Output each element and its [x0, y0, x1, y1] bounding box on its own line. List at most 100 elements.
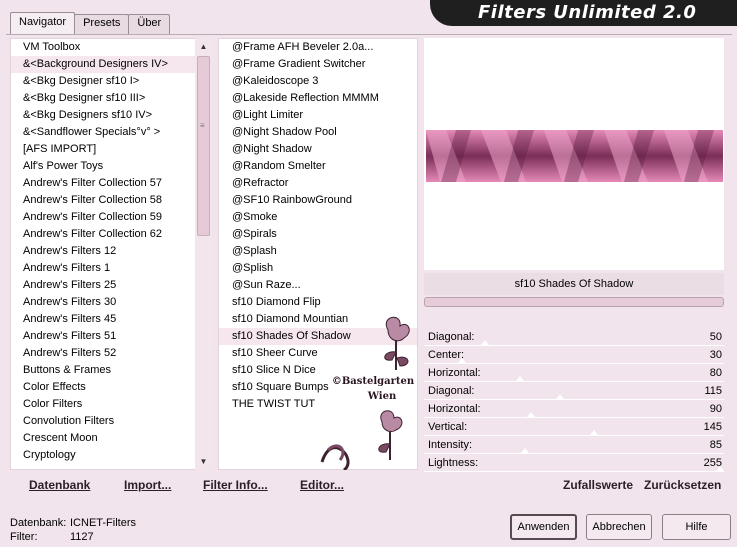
- category-list-item[interactable]: Andrew's Filters 1: [11, 260, 211, 277]
- preview-area: [424, 38, 724, 270]
- import-button[interactable]: Import...: [124, 474, 171, 496]
- cancel-button[interactable]: Abbrechen: [586, 514, 652, 540]
- slider-thumb-icon[interactable]: [590, 430, 598, 435]
- category-list-item[interactable]: VM Toolbox: [11, 39, 211, 56]
- parameter-value: 90: [709, 403, 722, 415]
- category-list-item[interactable]: Color Effects: [11, 379, 211, 396]
- parameter-slider[interactable]: Diagonal: 115: [424, 382, 724, 400]
- watermark-logo: ©Bastelgarten Wien: [320, 316, 415, 470]
- parameter-slider[interactable]: Diagonal: 50: [424, 328, 724, 346]
- category-list-item[interactable]: Andrew's Filter Collection 59: [11, 209, 211, 226]
- parameter-value: 115: [704, 385, 722, 397]
- filter-list-item[interactable]: @Frame Gradient Switcher: [219, 56, 417, 73]
- category-list-item[interactable]: [AFS IMPORT]: [11, 141, 211, 158]
- category-list-item[interactable]: Andrew's Filters 30: [11, 294, 211, 311]
- category-list-item[interactable]: Andrew's Filters 45: [11, 311, 211, 328]
- filter-list-item[interactable]: @Splash: [219, 243, 417, 260]
- filter-list-item[interactable]: @SF10 RainbowGround: [219, 192, 417, 209]
- category-list-item[interactable]: Convolution Filters: [11, 413, 211, 430]
- category-list-item[interactable]: Andrew's Filter Collection 62: [11, 226, 211, 243]
- slider-thumb-icon[interactable]: [527, 412, 535, 417]
- filter-list-item[interactable]: @Frame AFH Beveler 2.0a...: [219, 39, 417, 56]
- editor-button[interactable]: Editor...: [300, 474, 344, 496]
- parameter-slider[interactable]: Lightness: 255: [424, 454, 724, 472]
- filter-list-item[interactable]: @Refractor: [219, 175, 417, 192]
- tab-uber[interactable]: Über: [128, 14, 171, 34]
- slider-thumb-icon[interactable]: [716, 466, 724, 471]
- parameter-label: Horizontal:: [428, 367, 481, 379]
- filter-count-label: Filter:: [10, 531, 38, 543]
- category-list-item[interactable]: Andrew's Filter Collection 58: [11, 192, 211, 209]
- filter-list-item[interactable]: @Night Shadow: [219, 141, 417, 158]
- slider-thumb-icon[interactable]: [521, 448, 529, 453]
- parameter-value: 80: [709, 367, 722, 379]
- watermark-line1: ©Bastelgarten: [332, 376, 415, 387]
- filter-list-item[interactable]: @Kaleidoscope 3: [219, 73, 417, 90]
- slider-track[interactable]: [424, 471, 724, 472]
- slider-thumb-icon[interactable]: [458, 358, 466, 363]
- category-list-item[interactable]: Crescent Moon: [11, 430, 211, 447]
- filter-info-button[interactable]: Filter Info...: [203, 474, 268, 496]
- category-list-item[interactable]: &<Bkg Designer sf10 I>: [11, 73, 211, 90]
- bottom-toolbar: Datenbank Import... Filter Info... Edito…: [10, 474, 420, 496]
- filter-list-item[interactable]: @Sun Raze...: [219, 277, 417, 294]
- category-scrollbar[interactable]: ▲ ≡ ▼: [195, 38, 212, 470]
- category-list[interactable]: VM Toolbox &<Background Designers IV> &<Bk…: [10, 38, 212, 470]
- slider-thumb-icon[interactable]: [556, 394, 564, 399]
- parameter-slider[interactable]: Horizontal: 80: [424, 364, 724, 382]
- category-list-item[interactable]: Buttons & Frames: [11, 362, 211, 379]
- category-list-item[interactable]: &<Bkg Designer sf10 III>: [11, 90, 211, 107]
- filter-list-item[interactable]: @Splish: [219, 260, 417, 277]
- slider-thumb-icon[interactable]: [481, 340, 489, 345]
- help-button[interactable]: Hilfe: [662, 514, 731, 540]
- category-list-item[interactable]: &<Background Designers IV>: [11, 56, 211, 73]
- category-list-item[interactable]: Andrew's Filter Collection 57: [11, 175, 211, 192]
- app-title: Filters Unlimited 2.0: [478, 2, 697, 23]
- status-area: Datenbank: ICNET-Filters Filter: 1127: [10, 516, 136, 544]
- category-list-item[interactable]: &<Bkg Designers sf10 IV>: [11, 107, 211, 124]
- parameter-label: Lightness:: [428, 457, 479, 469]
- category-list-item[interactable]: Andrew's Filters 51: [11, 328, 211, 345]
- grip-icon: ≡: [200, 121, 205, 130]
- random-values-button[interactable]: Zufallswerte: [563, 474, 633, 496]
- category-list-item[interactable]: Cryptology: [11, 447, 211, 464]
- tab-navigator[interactable]: Navigator: [10, 12, 76, 34]
- tab-bar: Navigator Presets Über: [10, 12, 171, 34]
- parameter-slider[interactable]: Center: 30: [424, 346, 724, 364]
- filter-list-item[interactable]: @Spirals: [219, 226, 417, 243]
- parameter-slider[interactable]: Horizontal: 90: [424, 400, 724, 418]
- scroll-down-icon[interactable]: ▼: [195, 453, 212, 470]
- category-list-item[interactable]: Andrew's Filters 25: [11, 277, 211, 294]
- parameter-slider[interactable]: Vertical: 145: [424, 418, 724, 436]
- scrollbar-thumb[interactable]: [197, 56, 210, 236]
- category-list-item[interactable]: Andrew's Filters 12: [11, 243, 211, 260]
- parameter-value: 30: [709, 349, 722, 361]
- database-button[interactable]: Datenbank: [29, 474, 90, 496]
- slider-thumb-icon[interactable]: [516, 376, 524, 381]
- filter-list-item[interactable]: @Night Shadow Pool: [219, 124, 417, 141]
- filter-list-item[interactable]: @Lakeside Reflection MMMM: [219, 90, 417, 107]
- filter-list-item[interactable]: @Light Limiter: [219, 107, 417, 124]
- filter-list-item[interactable]: @Smoke: [219, 209, 417, 226]
- parameter-label: Vertical:: [428, 421, 468, 433]
- parameter-slider[interactable]: Intensity: 85: [424, 436, 724, 454]
- database-value: ICNET-Filters: [70, 517, 136, 529]
- watermark-line2: Wien: [367, 391, 397, 402]
- parameter-sliders: Diagonal: 50 Center: 30 Horizontal: 80 Diagona…: [424, 328, 724, 472]
- apply-button[interactable]: Anwenden: [510, 514, 577, 540]
- filter-list-item[interactable]: @Random Smelter: [219, 158, 417, 175]
- filter-count-value: 1127: [70, 531, 94, 543]
- tab-presets[interactable]: Presets: [74, 14, 130, 34]
- category-list-item[interactable]: &<Sandflower Specials°v° >: [11, 124, 211, 141]
- category-list-item[interactable]: Color Filters: [11, 396, 211, 413]
- category-list-item[interactable]: Andrew's Filters 52: [11, 345, 211, 362]
- parameter-value: 50: [709, 331, 722, 343]
- database-label: Datenbank:: [10, 517, 67, 529]
- scroll-up-icon[interactable]: ▲: [195, 38, 212, 55]
- parameter-label: Diagonal:: [428, 385, 475, 397]
- parameter-label: Diagonal:: [428, 331, 475, 343]
- filter-list-item[interactable]: sf10 Diamond Flip: [219, 294, 417, 311]
- category-list-item[interactable]: Alf's Power Toys: [11, 158, 211, 175]
- parameter-label: Horizontal:: [428, 403, 481, 415]
- reset-button[interactable]: Zurücksetzen: [644, 474, 721, 496]
